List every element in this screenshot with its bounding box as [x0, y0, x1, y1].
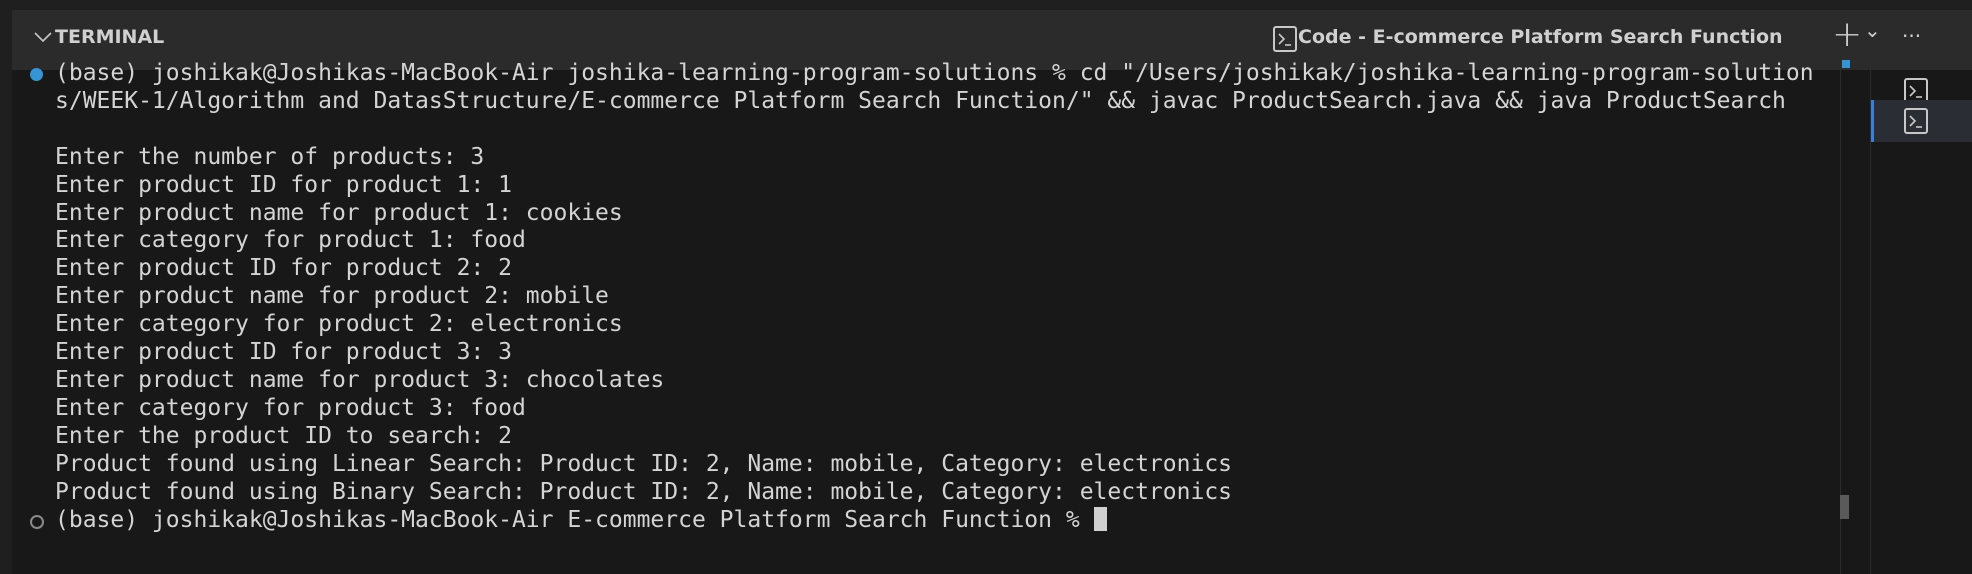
terminal-line: Enter product ID for product 2: 2	[55, 255, 512, 282]
terminal-line: Enter product name for product 2: mobile	[55, 283, 609, 310]
shell-prompt: (base) joshikak@Joshikas-MacBook-Air E-c…	[55, 506, 1094, 533]
chevron-down-icon[interactable]	[32, 26, 54, 48]
command-idle-dot[interactable]	[30, 515, 44, 529]
terminal-line: Enter category for product 3: food	[55, 394, 526, 421]
scrollbar-marker	[1842, 60, 1850, 68]
terminal-line: Enter category for product 1: food	[55, 227, 526, 254]
text-cursor	[1093, 506, 1107, 531]
terminal-line: s/WEEK-1/Algorithm and DatasStructure/E-…	[55, 87, 1786, 114]
terminal-line: (base) joshikak@Joshikas-MacBook-Air jos…	[55, 60, 1814, 86]
left-edge	[0, 0, 12, 574]
terminal-line: Enter product ID for product 3: 3	[55, 339, 512, 366]
top-strip	[0, 0, 1972, 10]
terminal-line: Enter the number of products: 3	[55, 143, 485, 170]
terminal-tabs-list	[1870, 70, 1972, 574]
terminal-line: Enter product ID for product 1: 1	[55, 171, 512, 198]
terminal-name: Code - E-commerce Platform Search Functi…	[1298, 26, 1783, 48]
more-actions-button[interactable]: ···	[1902, 24, 1921, 48]
terminal-line: Product found using Binary Search: Produ…	[55, 478, 1233, 505]
terminal-tab-2[interactable]	[1871, 100, 1972, 142]
terminal-icon	[1273, 26, 1297, 52]
terminal-line: Enter category for product 2: electronic…	[55, 311, 623, 338]
terminal-icon	[1904, 108, 1928, 134]
command-success-dot[interactable]	[30, 68, 43, 81]
terminal-line: Product found using Linear Search: Produ…	[55, 450, 1233, 477]
new-terminal-button[interactable]: +	[1832, 14, 1862, 55]
terminal-line: Enter the product ID to search: 2	[55, 422, 512, 449]
scrollbar-thumb[interactable]	[1840, 495, 1849, 519]
terminal-dropdown-button[interactable]: ⌄	[1864, 18, 1881, 42]
panel-title[interactable]: TERMINAL	[55, 26, 164, 48]
terminal-line: Enter product name for product 1: cookie…	[55, 199, 623, 226]
prompt-line: (base) joshikak@Joshikas-MacBook-Air E-c…	[55, 506, 1814, 535]
terminal-output[interactable]: (base) joshikak@Joshikas-MacBook-Air jos…	[55, 60, 1814, 534]
terminal-line: Enter product name for product 3: chocol…	[55, 366, 665, 393]
